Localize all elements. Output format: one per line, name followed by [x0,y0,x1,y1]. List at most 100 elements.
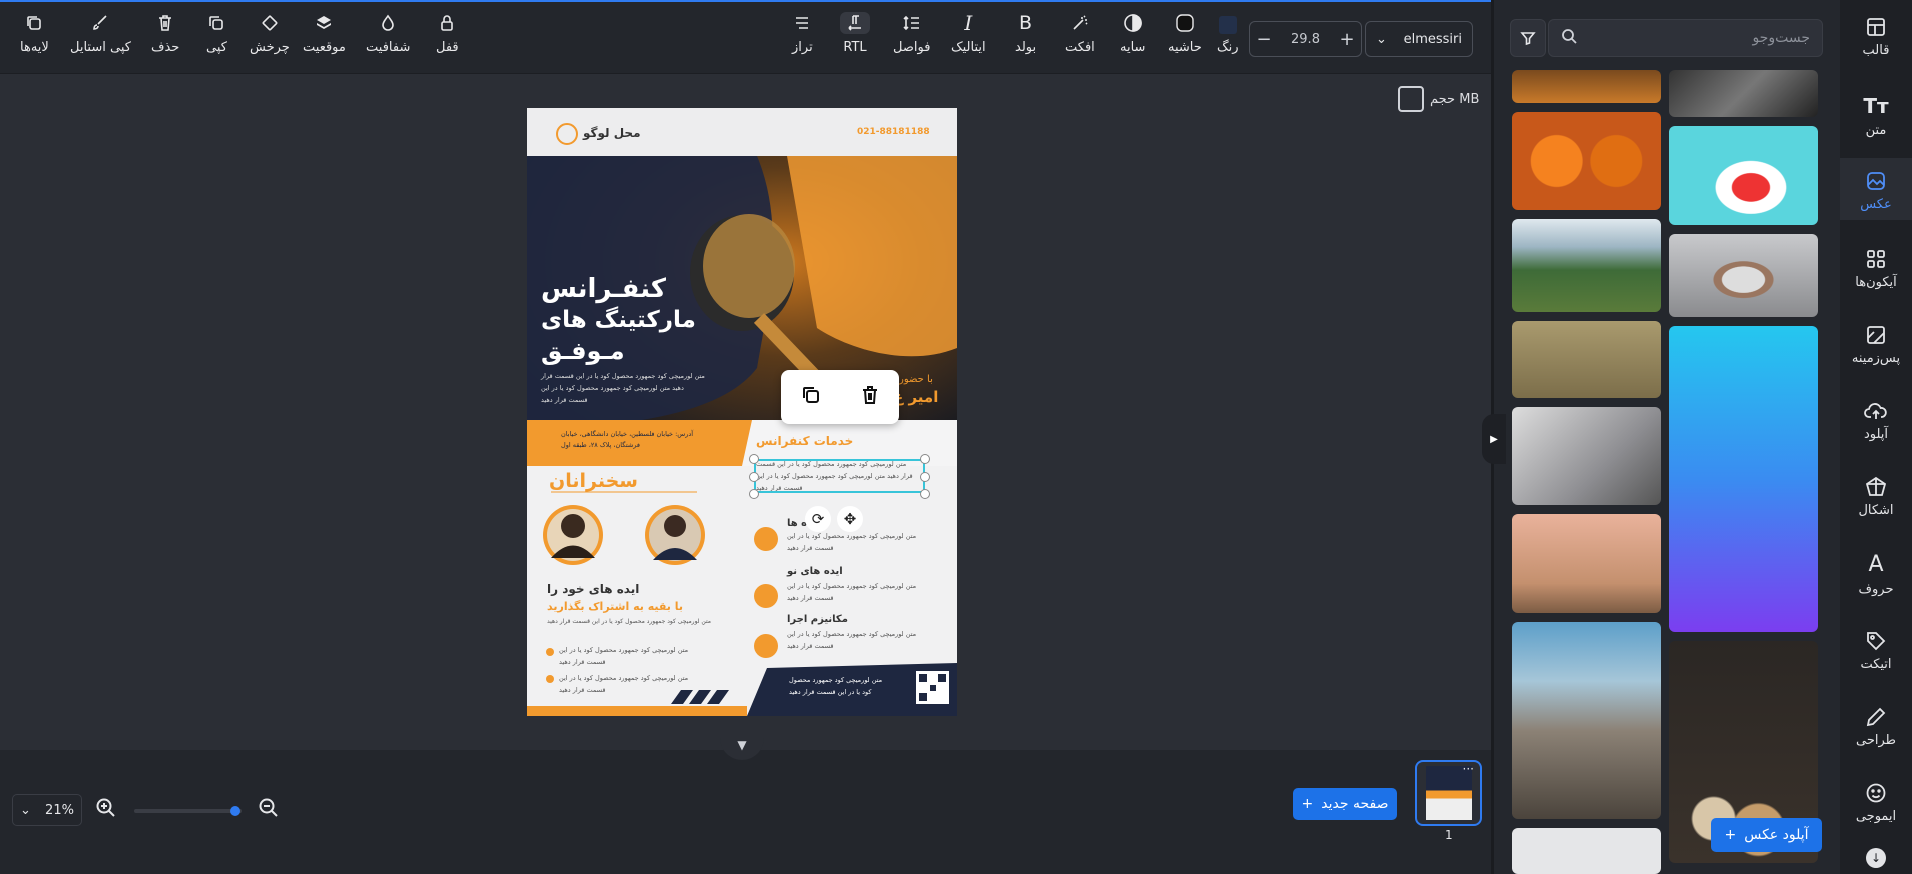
upload-image-button[interactable]: + آپلود عکس [1711,818,1822,852]
image-thumb[interactable] [1512,70,1661,103]
image-thumb[interactable] [1669,234,1818,317]
nav-label-tag: اتیکت [1860,657,1892,672]
poster-bullet-2: متن لورمیچی کود جمهورد محصول کود یا در ا… [559,674,689,682]
position-button[interactable]: موقعیت [303,12,346,55]
position-label: موقعیت [303,40,346,55]
page-thumbnail[interactable]: ··· [1415,760,1482,826]
lock-button[interactable]: قفل [436,12,459,55]
plus-icon[interactable]: + [1333,29,1361,50]
align-button[interactable]: تراز [792,12,813,55]
poster-footer-2: کود یا در این قسمت قرار دهید [789,688,872,696]
effect-button[interactable]: افکت [1065,12,1095,55]
spacing-button[interactable]: فواصل [893,12,930,55]
shadow-button[interactable]: سایه [1120,12,1145,55]
delete-button[interactable]: حذف [151,12,179,55]
nav-item-letters[interactable]: A حروف [1840,552,1912,604]
image-thumb[interactable] [1512,112,1661,210]
move-handle-icon[interactable]: ✥ [837,506,863,532]
nav-item-icons[interactable]: آیکون‌ها [1840,248,1912,300]
text-color-swatch[interactable] [1219,16,1237,34]
selection-box[interactable] [754,459,925,493]
rotate-button[interactable]: چرخش [250,12,290,55]
copy-button[interactable]: کپی [206,12,227,55]
search-input[interactable]: جست‌وجو [1548,19,1823,57]
chevron-right-icon: ▶ [1490,433,1498,445]
opacity-label: شفافیت [366,40,411,55]
nav-more-button[interactable]: ↓ [1866,848,1886,868]
nav-label-text: متن [1865,123,1887,138]
resize-handle[interactable] [749,489,759,499]
image-thumb[interactable] [1512,321,1661,398]
resize-handle[interactable] [920,489,930,499]
collapse-panel-button[interactable]: ▶ [1482,414,1506,464]
lock-label: قفل [436,40,459,55]
image-thumb[interactable] [1669,326,1818,632]
image-thumb[interactable] [1512,828,1661,874]
poster-intro-2: دهید متن لورمیچی کود جمهورد محصول کود یا… [541,384,684,392]
minus-icon[interactable]: − [1250,29,1278,50]
nav-item-tag[interactable]: اتیکت [1840,630,1912,682]
calculator-icon[interactable] [1398,86,1424,112]
filter-icon [1520,32,1536,46]
delete-label: حذف [151,40,180,55]
zoom-slider[interactable] [134,806,242,816]
expand-pages-button[interactable]: ▼ [720,738,764,760]
layers-button[interactable]: لایه‌ها [20,12,49,55]
font-family-select[interactable]: ⌄ elmessiri [1365,21,1473,57]
nav-item-background[interactable]: پس‌زمینه [1840,324,1912,376]
poster-feature-3-text-2: قسمت قرار دهید [787,642,834,650]
border-button[interactable]: حاشیه [1168,12,1202,55]
zoom-slider-thumb[interactable] [230,806,240,816]
copy-style-button[interactable]: کپی استایل [70,12,131,55]
italic-button[interactable]: I ایتالیک [951,11,986,55]
filter-button[interactable] [1510,19,1546,57]
nav-item-design[interactable]: طراحی [1840,706,1912,758]
poster-address-1: آدرس: خیابان فلسطین، خیابان دانشگاهی، خی… [561,430,694,438]
rotate-icon [261,12,279,34]
nav-item-shapes[interactable]: اشکال [1840,476,1912,528]
image-thumb[interactable] [1512,622,1661,819]
bold-button[interactable]: B بولد [1015,12,1036,55]
nav-item-upload[interactable]: آپلود [1840,400,1912,452]
duplicate-icon[interactable] [800,384,822,410]
image-thumb[interactable] [1512,219,1661,312]
poster-intro-1: متن لورمیچی کود جمهورد محصول کود یا در ا… [541,372,705,380]
rotate-handle-icon[interactable]: ⟳ [805,506,831,532]
new-page-button[interactable]: + صفحه جدید [1293,788,1397,820]
poster-share-1: ایده های خود را [547,582,640,596]
opacity-button[interactable]: شفافیت [366,12,410,55]
nav-label-image: عکس [1860,197,1892,212]
nav-item-text[interactable]: Tт متن [1840,94,1912,146]
zoom-in-icon[interactable] [95,797,117,819]
nav-label-design: طراحی [1855,733,1896,748]
bold-label: بولد [1015,40,1037,55]
zoom-out-icon[interactable] [258,797,280,819]
shapes-icon [1865,476,1887,496]
bold-icon: B [1019,12,1033,34]
zoom-select[interactable]: ⌄ 21% [12,794,82,826]
resize-handle[interactable] [920,472,930,482]
font-size-stepper[interactable]: − 29.8 + [1249,21,1362,57]
image-thumb[interactable] [1512,407,1661,505]
poster-logo-text: محل لوگو [583,126,641,140]
font-size-value[interactable]: 29.8 [1278,32,1333,47]
resize-handle[interactable] [749,454,759,464]
poster-bullet-1-b: قسمت قرار دهید [559,658,606,666]
rtl-button[interactable]: RTL [840,12,870,55]
poster-footer-1: متن لورمیچی کود جمهورد محصول [789,676,883,684]
magic-wand-icon [1071,12,1089,34]
delete-element-icon[interactable] [859,384,881,410]
nav-item-emoji[interactable]: ایموجی [1840,782,1912,834]
image-thumb[interactable] [1512,514,1661,613]
image-thumb[interactable] [1669,126,1818,225]
resize-handle[interactable] [920,454,930,464]
resize-handle[interactable] [749,472,759,482]
image-thumb[interactable] [1669,70,1818,117]
poster-page[interactable]: محل لوگو 021-88181188 کنفـرانس مارکتینگ … [527,108,957,716]
plus-icon: + [1301,796,1314,812]
nav-item-template[interactable]: قالب [1840,16,1912,68]
file-size-label: حجم MB [1430,91,1480,107]
nav-item-image[interactable]: عکس [1840,158,1912,220]
poster-feature-1-text: متن لورمیچی کود جمهورد محصول کود یا در ا… [787,532,917,540]
more-dots-icon[interactable]: ··· [1463,762,1474,776]
